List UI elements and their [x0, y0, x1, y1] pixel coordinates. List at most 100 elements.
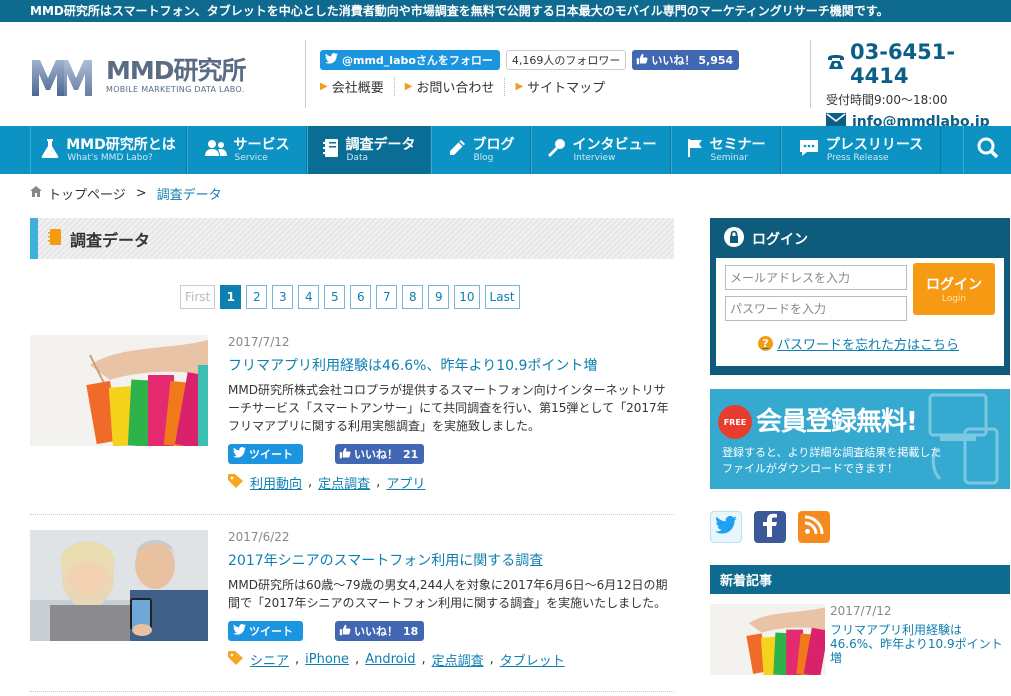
facebook-icon — [763, 513, 777, 541]
login-panel: ログイン メールアドレスを入力 パスワードを入力 ログイン Login ? パス… — [710, 218, 1010, 375]
twitter-bird-icon — [233, 624, 246, 638]
page-7[interactable]: 7 — [376, 285, 398, 309]
post-body: 2017/7/12 フリマアプリ利用経験は46.6%、昨年より10.9ポイント増… — [228, 335, 674, 492]
main-nav: MMD研究所とは What's MMD Labo? サービス Service 調査デ… — [0, 126, 1011, 174]
link-company[interactable]: ▶ 会社概要 — [320, 77, 395, 96]
nav-data[interactable]: 調査データ Data — [307, 126, 431, 174]
tag-link[interactable]: 利用動向 — [250, 473, 302, 492]
nav-about[interactable]: MMD研究所とは What's MMD Labo? — [30, 126, 187, 174]
news-thumbnail[interactable] — [710, 604, 825, 675]
question-icon: ? — [758, 336, 773, 351]
tag-link[interactable]: アプリ — [386, 473, 425, 492]
nav-label: プレスリリース — [825, 136, 924, 153]
page-8[interactable]: 8 — [402, 285, 424, 309]
register-title: 会員登録無料! — [756, 407, 918, 437]
tag-link[interactable]: iPhone — [305, 652, 349, 667]
nav-label: セミナー — [709, 136, 766, 153]
like-button[interactable]: いいね！ 21 — [335, 444, 424, 464]
nav-label: ブログ — [472, 136, 515, 153]
microphone-icon — [546, 138, 566, 162]
page-6[interactable]: 6 — [350, 285, 372, 309]
users-icon — [204, 139, 227, 161]
phone-text: 03-6451-4414 — [850, 40, 956, 88]
search-button[interactable] — [963, 126, 1011, 174]
facebook-link[interactable] — [754, 511, 786, 543]
nav-sublabel: Seminar — [710, 152, 748, 163]
post-divider — [30, 691, 674, 692]
thumbs-up-icon — [339, 447, 351, 462]
post-date: 2017/6/22 — [228, 530, 290, 544]
breadcrumb: トップページ > 調査データ — [30, 184, 222, 203]
tag-link[interactable]: シニア — [250, 650, 289, 669]
header-links: ▶ 会社概要 ▶ お問い合わせ ▶ サイトマップ — [320, 77, 615, 96]
page-2[interactable]: 2 — [246, 285, 268, 309]
nav-label: 調査データ — [345, 136, 416, 153]
page-9[interactable]: 9 — [428, 285, 450, 309]
header-divider — [305, 40, 306, 108]
news-heading: 新着記事 — [710, 565, 1010, 594]
site-logo[interactable]: MMD研究所 MOBILE MARKETING DATA LABO. — [30, 54, 247, 98]
register-banner[interactable]: FREE 会員登録無料! 登録すると、より詳細な調査結果を掲載した ファイルがダ… — [710, 389, 1010, 489]
like-label: いいね！ — [354, 448, 398, 461]
email-field[interactable]: メールアドレスを入力 — [725, 265, 907, 290]
nav-interview[interactable]: インタビュー Interview — [531, 126, 671, 174]
nav-sublabel: Service — [234, 152, 268, 163]
page-last[interactable]: Last — [484, 285, 520, 309]
tweet-button[interactable]: ツイート — [228, 621, 303, 641]
page-1[interactable]: 1 — [220, 285, 242, 309]
flask-icon — [41, 138, 59, 162]
post-thumbnail[interactable] — [30, 530, 208, 641]
link-sitemap[interactable]: ▶ サイトマップ — [505, 77, 615, 96]
twitter-link[interactable] — [710, 511, 742, 543]
tag-separator: , — [295, 652, 300, 667]
phone-icon — [826, 52, 846, 76]
tag-link[interactable]: Android — [365, 652, 415, 667]
breadcrumb-separator: > — [135, 186, 147, 201]
tweet-button[interactable]: ツイート — [228, 444, 303, 464]
page-5[interactable]: 5 — [324, 285, 346, 309]
login-title: ログイン — [752, 232, 808, 248]
rss-link[interactable] — [798, 511, 830, 543]
arrow-right-icon: ▶ — [320, 81, 328, 92]
post-excerpt: MMD研究所株式会社コロプラが提供するスマートフォン向けインターネットリサーチサ… — [228, 383, 669, 433]
breadcrumb-current[interactable]: 調査データ — [157, 184, 222, 203]
twitter-follow-button[interactable]: @mmd_laboさんをフォロー — [320, 50, 500, 70]
link-contact[interactable]: ▶ お問い合わせ — [395, 77, 506, 96]
tag-separator: , — [489, 652, 494, 667]
tag-link[interactable]: タブレット — [500, 650, 565, 669]
page-10[interactable]: 10 — [454, 285, 480, 309]
news-title[interactable]: フリマアプリ利用経験は46.6%、昨年より10.9ポイント増 — [830, 623, 1010, 665]
nav-seminar[interactable]: セミナー Seminar — [671, 126, 781, 174]
page-title: 調査データ — [70, 230, 151, 250]
login-button-label: ログイン — [926, 277, 982, 293]
rss-icon — [804, 515, 824, 539]
like-button[interactable]: いいね！ 18 — [335, 621, 424, 641]
forgot-password-link[interactable]: ? パスワードを忘れた方はこちら — [758, 334, 959, 353]
login-button[interactable]: ログイン Login — [913, 263, 995, 315]
nav-service[interactable]: サービス Service — [187, 126, 307, 174]
nav-press[interactable]: プレスリリース Press Release — [781, 126, 941, 174]
post-title[interactable]: フリマアプリ利用経験は46.6%、昨年より10.9ポイント増 — [228, 357, 674, 375]
post-title[interactable]: 2017年シニアのスマートフォン利用に関する調査 — [228, 552, 674, 570]
site-header: MMD研究所 MOBILE MARKETING DATA LABO. @mmd_… — [0, 22, 1011, 130]
tag-separator: , — [355, 652, 360, 667]
post-divider — [30, 514, 674, 515]
nav-sublabel: Press Release — [826, 152, 889, 163]
business-hours: 受付時間9:00～18:00 — [826, 93, 948, 107]
pagination: First 1 2 3 4 5 6 7 8 9 10 Last — [180, 285, 520, 309]
facebook-like-button[interactable]: いいね！ 5,954 — [632, 50, 740, 70]
forgot-password-label: パスワードを忘れた方はこちら — [777, 338, 960, 353]
like-count: 18 — [403, 624, 419, 638]
page-3[interactable]: 3 — [272, 285, 294, 309]
nav-blog[interactable]: ブログ Blog — [431, 126, 531, 174]
register-description: 登録すると、より詳細な調査結果を掲載した ファイルがダウンロードできます！ — [722, 445, 941, 477]
phone-number: 03-6451-4414 — [826, 40, 1011, 88]
tag-separator: , — [421, 652, 426, 667]
tag-link[interactable]: 定点調査 — [318, 473, 370, 492]
password-field[interactable]: パスワードを入力 — [725, 296, 907, 321]
tag-link[interactable]: 定点調査 — [432, 650, 484, 669]
breadcrumb-home[interactable]: トップページ — [48, 184, 126, 203]
post-thumbnail[interactable] — [30, 335, 208, 446]
share-buttons: ツイート いいね！ 18 — [228, 621, 674, 641]
page-4[interactable]: 4 — [298, 285, 320, 309]
